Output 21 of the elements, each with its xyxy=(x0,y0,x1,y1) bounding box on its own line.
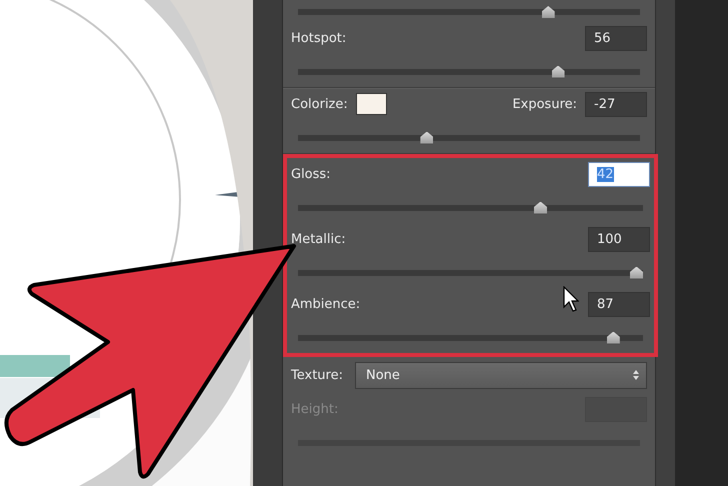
field-label: Metallic: xyxy=(291,232,346,246)
field-label: Exposure: xyxy=(512,96,577,112)
slider-thumb[interactable] xyxy=(606,332,620,344)
field-label: Texture: xyxy=(291,368,343,382)
slider-thumb[interactable] xyxy=(420,132,434,144)
slider-thumb[interactable] xyxy=(534,202,547,214)
field-label: Hotspot: xyxy=(291,30,346,46)
field-label: Gloss: xyxy=(291,166,331,182)
mouse-cursor-icon xyxy=(563,286,579,312)
slider-thumb[interactable] xyxy=(630,266,643,278)
value-field[interactable]: 87 xyxy=(588,292,650,316)
slider-thumb[interactable] xyxy=(552,66,565,78)
value-field[interactable]: 56 xyxy=(585,26,647,50)
texture-dropdown[interactable]: None xyxy=(354,362,647,388)
slider-thumb[interactable] xyxy=(542,6,555,18)
field-label: Ambience: xyxy=(291,296,360,312)
updown-icon xyxy=(632,369,640,381)
value-field[interactable]: -27 xyxy=(585,92,647,116)
color-swatch[interactable] xyxy=(356,93,387,115)
field-label: Colorize: xyxy=(291,96,348,112)
value-field[interactable]: 100 xyxy=(588,226,650,252)
